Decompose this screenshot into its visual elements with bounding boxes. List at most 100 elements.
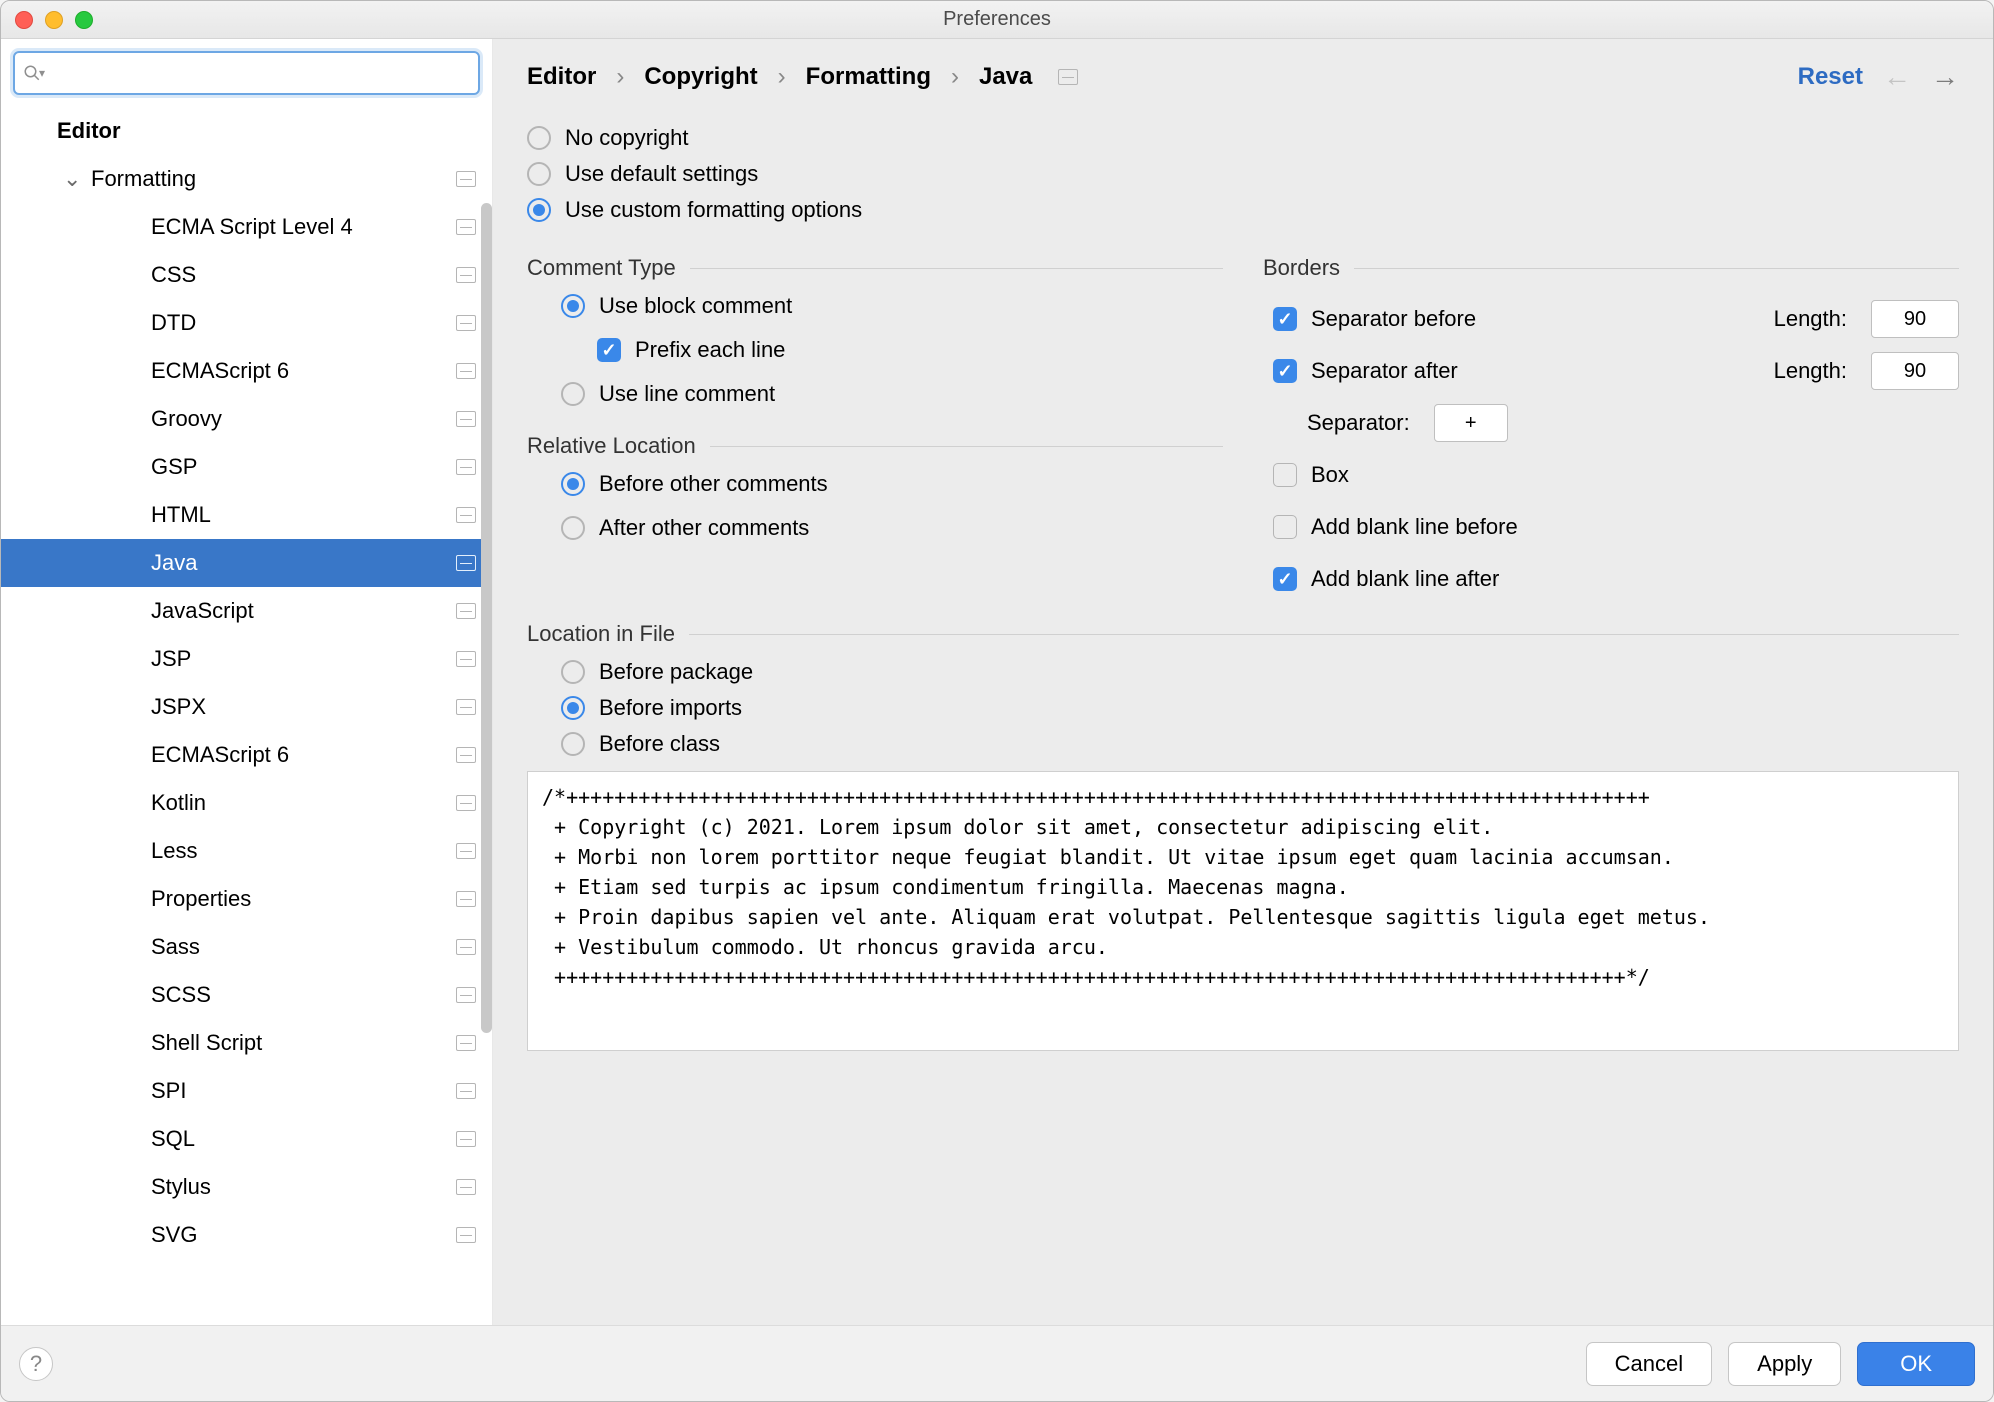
tree-label: DTD (151, 310, 196, 336)
check-label: Add blank line after (1311, 566, 1499, 592)
minimize-icon[interactable] (45, 11, 63, 29)
check-blank-before[interactable]: Add blank line before (1273, 514, 1959, 540)
radio-line-comment[interactable]: Use line comment (561, 381, 1223, 407)
tree-item-sql[interactable]: SQL (1, 1115, 492, 1163)
ok-button[interactable]: OK (1857, 1342, 1975, 1386)
tree-label: Groovy (151, 406, 222, 432)
radio-before-imports[interactable]: Before imports (561, 695, 1959, 721)
tree-item-less[interactable]: Less (1, 827, 492, 875)
sidebar-scrollbar[interactable] (481, 203, 492, 1033)
radio-label: Before package (599, 659, 753, 685)
scheme-icon (456, 1035, 476, 1051)
tree-item-java[interactable]: Java (1, 539, 492, 587)
scheme-icon (456, 1179, 476, 1195)
tree-item-dtd[interactable]: DTD (1, 299, 492, 347)
close-icon[interactable] (15, 11, 33, 29)
main-panel: Editor › Copyright › Formatting › Java R… (493, 39, 1993, 1325)
separator-label: Separator: (1273, 410, 1410, 436)
section-relative-location: Relative Location (527, 433, 1223, 459)
radio-use-default[interactable]: Use default settings (527, 161, 1959, 187)
radio-label: Use default settings (565, 161, 758, 187)
radio-label: Before class (599, 731, 720, 757)
tree-item-gsp[interactable]: GSP (1, 443, 492, 491)
check-box[interactable]: Box (1273, 462, 1959, 488)
check-separator-before[interactable]: ✓Separator before (1273, 306, 1750, 332)
radio-label: Use line comment (599, 381, 775, 407)
tree-label: HTML (151, 502, 211, 528)
sidebar: ▾ Editor ⌄ Formatting ECMA Script Level … (1, 39, 493, 1325)
tree-item-svg[interactable]: SVG (1, 1211, 492, 1259)
tree-label: ECMAScript 6 (151, 742, 289, 768)
tree-item-shell-script[interactable]: Shell Script (1, 1019, 492, 1067)
tree-item-jsp[interactable]: JSP (1, 635, 492, 683)
radio-use-custom[interactable]: Use custom formatting options (527, 197, 1959, 223)
search-field[interactable]: ▾ (13, 51, 480, 95)
scheme-icon (456, 603, 476, 619)
search-history-icon[interactable]: ▾ (39, 66, 45, 80)
apply-button[interactable]: Apply (1728, 1342, 1841, 1386)
separator-input[interactable] (1434, 404, 1508, 442)
tree-item-kotlin[interactable]: Kotlin (1, 779, 492, 827)
tree-item-stylus[interactable]: Stylus (1, 1163, 492, 1211)
radio-no-copyright[interactable]: No copyright (527, 125, 1959, 151)
search-input[interactable] (49, 62, 470, 85)
breadcrumb: Editor › Copyright › Formatting › Java (527, 63, 1078, 91)
radio-label: Use custom formatting options (565, 197, 862, 223)
crumb[interactable]: Copyright (644, 63, 757, 91)
tree-item-css[interactable]: CSS (1, 251, 492, 299)
tree-item-ecmascript-6[interactable]: ECMAScript 6 (1, 347, 492, 395)
tree-item-javascript[interactable]: JavaScript (1, 587, 492, 635)
tree-item-html[interactable]: HTML (1, 491, 492, 539)
check-label: Add blank line before (1311, 514, 1518, 540)
reset-link[interactable]: Reset (1798, 63, 1863, 91)
radio-label: Use block comment (599, 293, 792, 319)
radio-before-package[interactable]: Before package (561, 659, 1959, 685)
length-after-input[interactable] (1871, 352, 1959, 390)
radio-block-comment[interactable]: Use block comment (561, 293, 1223, 319)
scheme-icon (456, 891, 476, 907)
radio-before-class[interactable]: Before class (561, 731, 1959, 757)
tree-item-spi[interactable]: SPI (1, 1067, 492, 1115)
check-prefix-each-line[interactable]: ✓Prefix each line (597, 337, 1223, 363)
settings-tree[interactable]: Editor ⌄ Formatting ECMA Script Level 4C… (1, 103, 492, 1325)
chevron-down-icon: ⌄ (63, 166, 81, 192)
scheme-icon (456, 555, 476, 571)
radio-before-other-comments[interactable]: Before other comments (561, 471, 1223, 497)
help-button[interactable]: ? (19, 1347, 53, 1381)
tree-item-ecmascript-6[interactable]: ECMAScript 6 (1, 731, 492, 779)
check-blank-after[interactable]: ✓Add blank line after (1273, 566, 1959, 592)
tree-label: SQL (151, 1126, 195, 1152)
tree-item-groovy[interactable]: Groovy (1, 395, 492, 443)
tree-item-scss[interactable]: SCSS (1, 971, 492, 1019)
radio-label: After other comments (599, 515, 809, 541)
length-before-input[interactable] (1871, 300, 1959, 338)
crumb[interactable]: Editor (527, 63, 596, 91)
check-separator-after[interactable]: ✓Separator after (1273, 358, 1750, 384)
crumb[interactable]: Java (979, 63, 1032, 91)
check-label: Prefix each line (635, 337, 785, 363)
tree-label: JSPX (151, 694, 206, 720)
radio-after-other-comments[interactable]: After other comments (561, 515, 1223, 541)
crumb[interactable]: Formatting (806, 63, 931, 91)
tree-label: SVG (151, 1222, 197, 1248)
scheme-icon (456, 1227, 476, 1243)
tree-item-properties[interactable]: Properties (1, 875, 492, 923)
zoom-icon[interactable] (75, 11, 93, 29)
radio-label: Before imports (599, 695, 742, 721)
radio-label: No copyright (565, 125, 689, 151)
scheme-icon (456, 747, 476, 763)
tree-item-jspx[interactable]: JSPX (1, 683, 492, 731)
tree-root-editor[interactable]: Editor (1, 107, 492, 155)
tree-item-ecma-script-level-4[interactable]: ECMA Script Level 4 (1, 203, 492, 251)
forward-icon[interactable]: → (1931, 61, 1959, 93)
section-location-in-file: Location in File (527, 621, 1959, 647)
tree-item-sass[interactable]: Sass (1, 923, 492, 971)
tree-group-formatting[interactable]: ⌄ Formatting (1, 155, 492, 203)
tree-label: Properties (151, 886, 251, 912)
cancel-button[interactable]: Cancel (1586, 1342, 1712, 1386)
tree-label: JSP (151, 646, 191, 672)
check-label: Separator before (1311, 306, 1476, 332)
scheme-icon (456, 507, 476, 523)
tree-label: SCSS (151, 982, 211, 1008)
scheme-icon (456, 795, 476, 811)
